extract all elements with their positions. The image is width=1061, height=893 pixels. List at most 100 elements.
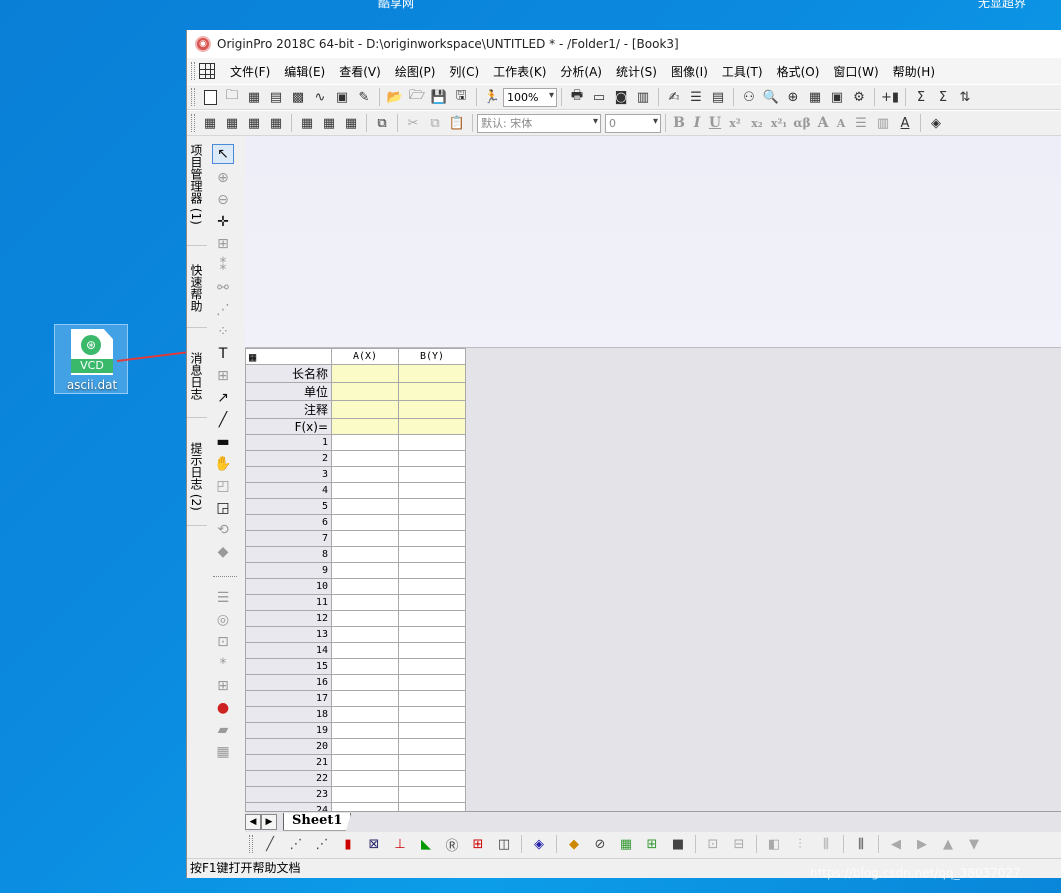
data-cell[interactable] — [331, 466, 399, 483]
arrange-button[interactable]: ⫼ — [848, 835, 874, 853]
insert-graph-tool[interactable]: ◰ — [212, 476, 234, 496]
open-button[interactable]: 📂 — [385, 87, 405, 107]
data-cell[interactable] — [331, 450, 399, 467]
data-cell[interactable] — [398, 690, 466, 707]
tab-project-explorer[interactable]: 项目管理器 (1) — [187, 138, 207, 246]
column-plot-button[interactable]: ▮ — [335, 835, 361, 853]
data-selector-tool[interactable]: ⚯ — [212, 278, 234, 298]
new-folder-button[interactable]: 🗀 — [222, 87, 242, 107]
regional-selector-tool[interactable]: ⋰ — [212, 300, 234, 320]
line-symbol-button[interactable]: ⋰ — [309, 835, 335, 853]
recalculate-button[interactable]: 🏃 — [482, 87, 502, 107]
row-number[interactable]: 16 — [245, 674, 332, 691]
row-number[interactable]: 14 — [245, 642, 332, 659]
menu-edit[interactable]: 编辑(E) — [277, 63, 332, 80]
paste-button[interactable]: 📋 — [447, 113, 467, 133]
data-cell[interactable] — [331, 498, 399, 515]
align-button[interactable]: ☰ — [851, 113, 871, 133]
zoom-select[interactable]: 100% — [503, 87, 557, 107]
row-number[interactable]: 17 — [245, 690, 332, 707]
data-cell[interactable] — [331, 626, 399, 643]
row-number[interactable]: 15 — [245, 658, 332, 675]
data-cell[interactable] — [398, 610, 466, 627]
ungroup-button[interactable]: ⊟ — [726, 835, 752, 853]
data-reader-tool[interactable]: ⁑ — [212, 256, 234, 276]
move-up-button[interactable]: ▲ — [935, 835, 961, 853]
layer-tool[interactable]: ⊡ — [212, 632, 234, 652]
data-cell[interactable] — [398, 562, 466, 579]
duplicate-button[interactable]: ⧉ — [372, 113, 392, 133]
menu-format[interactable]: 格式(O) — [770, 63, 827, 80]
data-cell[interactable] — [398, 546, 466, 563]
data-cell[interactable] — [398, 642, 466, 659]
data-cell[interactable] — [398, 786, 466, 803]
set-z-button[interactable]: ▦ — [266, 113, 286, 133]
set-x-button[interactable]: ▦ — [222, 113, 242, 133]
pan-tool[interactable]: ◆ — [212, 542, 234, 562]
data-cell[interactable] — [331, 514, 399, 531]
menu-window[interactable]: 窗口(W) — [826, 63, 885, 80]
meta-cell[interactable] — [331, 418, 399, 435]
add-column-button[interactable]: +▮ — [880, 87, 900, 107]
new-matrix-button[interactable]: ▩ — [288, 87, 308, 107]
row-number[interactable]: 20 — [245, 738, 332, 755]
sort-button[interactable]: ⇅ — [955, 87, 975, 107]
font-select[interactable]: 默认: 宋体 — [477, 113, 601, 133]
data-cell[interactable] — [398, 578, 466, 595]
worksheet-tool[interactable]: ☰ — [212, 588, 234, 608]
meta-row-label[interactable]: 单位 — [245, 382, 332, 401]
data-cell[interactable] — [331, 434, 399, 451]
open-template-button[interactable]: 🗁 — [407, 87, 427, 107]
row-number[interactable]: 4 — [245, 482, 332, 499]
contour-button[interactable]: ◆ — [561, 835, 587, 853]
data-cell[interactable] — [398, 594, 466, 611]
tab-hint-log[interactable]: 提示日志 (2) — [187, 436, 207, 526]
row-number[interactable]: 3 — [245, 466, 332, 483]
menu-plot[interactable]: 绘图(P) — [388, 63, 443, 80]
meta-cell[interactable] — [398, 382, 466, 401]
meta-cell[interactable] — [398, 364, 466, 383]
data-cell[interactable] — [331, 786, 399, 803]
copy-button[interactable]: ⧉ — [425, 113, 445, 133]
meta-cell[interactable] — [331, 364, 399, 383]
table-tool[interactable]: ▦ — [212, 742, 234, 762]
meta-cell[interactable] — [331, 400, 399, 419]
data-cell[interactable] — [398, 434, 466, 451]
arrow-tool[interactable]: ↗ — [212, 388, 234, 408]
italic-button[interactable]: I — [688, 115, 706, 131]
row-number[interactable]: 13 — [245, 626, 332, 643]
font-size-select[interactable]: 0 — [605, 113, 661, 133]
row-number[interactable]: 2 — [245, 450, 332, 467]
meta-cell[interactable] — [398, 418, 466, 435]
tab-quick-help[interactable]: 快速帮助 — [187, 258, 207, 328]
data-cell[interactable] — [331, 770, 399, 787]
title-bar[interactable]: ◉ OriginPro 2018C 64-bit - D:\originwork… — [187, 30, 1061, 58]
font-color-button[interactable]: A — [895, 113, 915, 133]
hand-tool[interactable]: ✋ — [212, 454, 234, 474]
area-plot-button[interactable]: ◣ — [413, 835, 439, 853]
image-plot-button[interactable]: ⊞ — [639, 835, 665, 853]
data-cell[interactable] — [398, 514, 466, 531]
calendar-button[interactable]: ▦ — [805, 87, 825, 107]
menu-view[interactable]: 查看(V) — [332, 63, 388, 80]
line-plot-button[interactable]: ╱ — [257, 835, 283, 853]
new-notes-button[interactable]: ✎ — [354, 87, 374, 107]
set-y-button[interactable]: ▦ — [244, 113, 264, 133]
menu-help[interactable]: 帮助(H) — [886, 63, 942, 80]
results-log-button[interactable]: ☰ — [686, 87, 706, 107]
data-cell[interactable] — [331, 562, 399, 579]
row-number[interactable]: 23 — [245, 786, 332, 803]
find-button[interactable]: 🔍 — [761, 87, 781, 107]
statistical-plot-button[interactable]: ⊥ — [387, 835, 413, 853]
column-move-button[interactable]: ▦ — [341, 113, 361, 133]
new-workbook-button[interactable]: ▦ — [244, 87, 264, 107]
data-cell[interactable] — [398, 482, 466, 499]
data-cell[interactable] — [331, 594, 399, 611]
column-up-button[interactable]: ▦ — [297, 113, 317, 133]
heatmap-button[interactable]: ▦ — [613, 835, 639, 853]
menu-worksheet[interactable]: 工作表(K) — [486, 63, 553, 80]
move-left-button[interactable]: ◀ — [883, 835, 909, 853]
rotate-tool[interactable]: ⟲ — [212, 520, 234, 540]
desktop-file-ascii-dat[interactable]: ⊛ VCD ascii.dat — [54, 324, 128, 394]
meta-row-label[interactable]: F(x)= — [245, 418, 332, 435]
